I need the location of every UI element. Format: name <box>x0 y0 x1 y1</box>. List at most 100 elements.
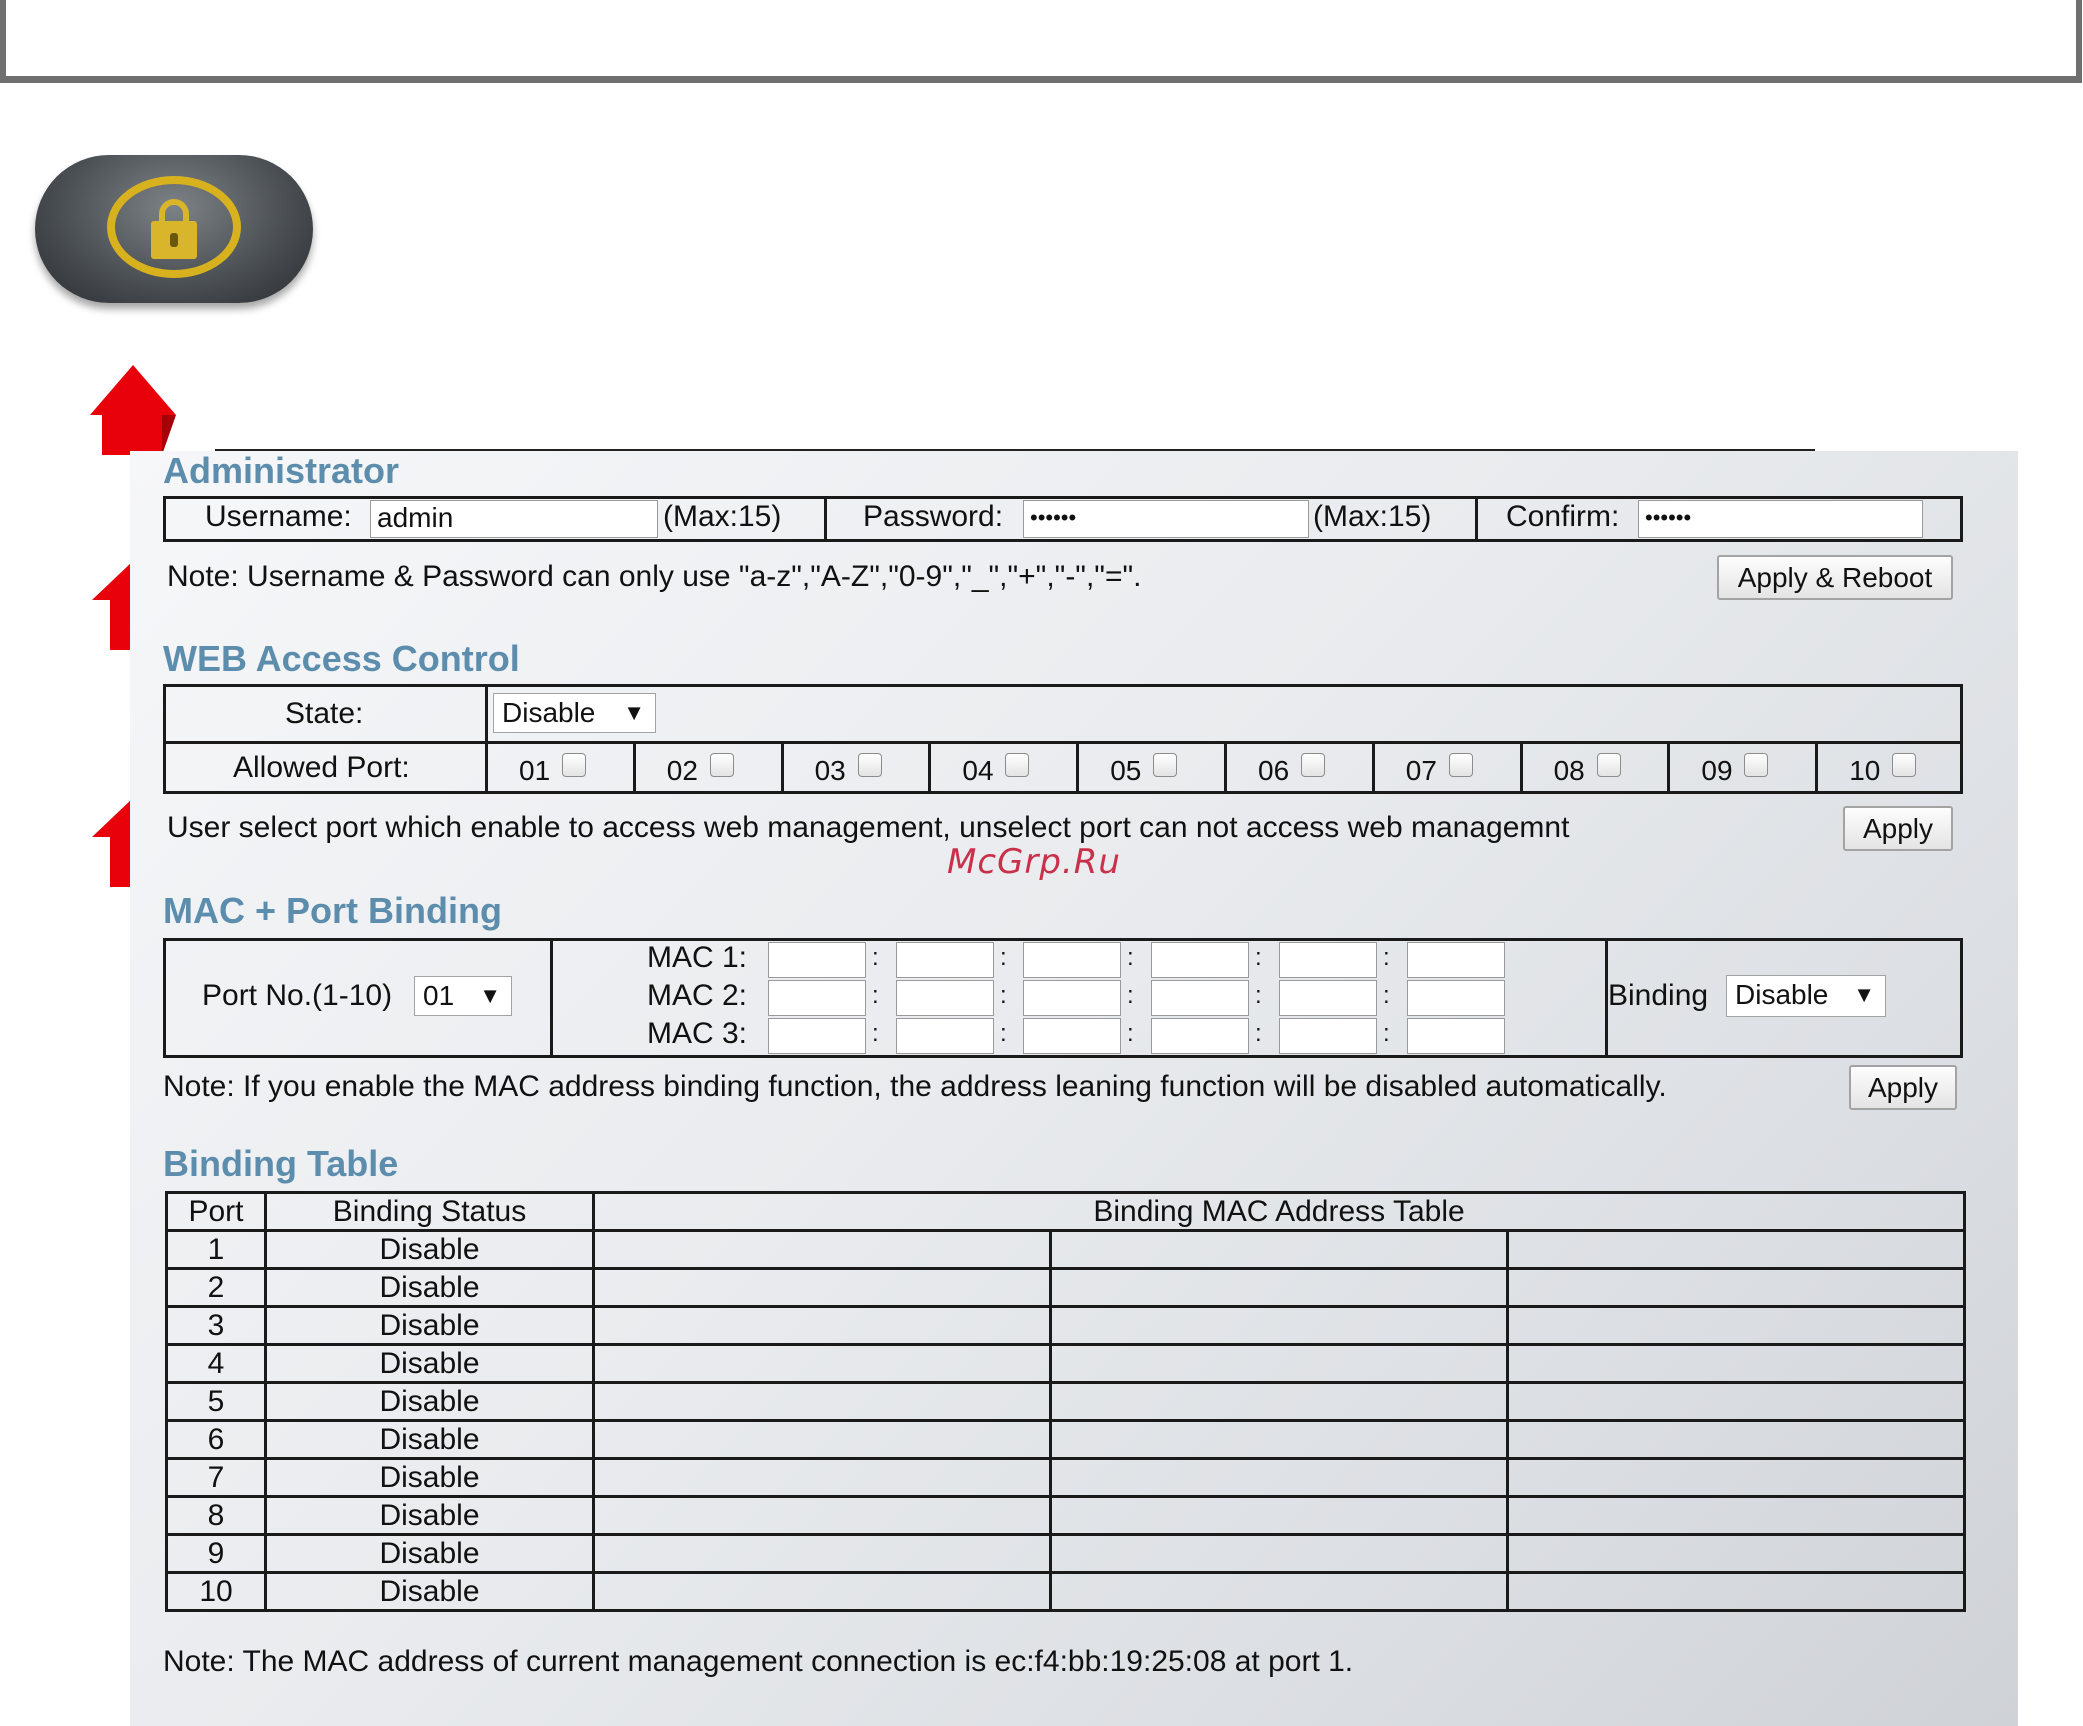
port-checkbox[interactable] <box>1596 753 1621 777</box>
mac-octet-input[interactable] <box>896 1018 994 1054</box>
mac-octet-input[interactable] <box>896 980 994 1016</box>
mac-address-cell <box>1049 1267 1509 1308</box>
state-select-value: Disable <box>502 697 596 728</box>
watermark: McGrp.Ru <box>947 842 1121 882</box>
port-checkbox[interactable] <box>1448 753 1473 777</box>
mac-binding-note: Note: If you enable the MAC address bind… <box>163 1070 1667 1103</box>
port-checkbox[interactable] <box>709 753 734 777</box>
port-cell: 2 <box>165 1267 267 1308</box>
divider <box>824 496 827 542</box>
mac-octet-input[interactable] <box>1023 942 1121 978</box>
mac-octet-input[interactable] <box>768 942 866 978</box>
port-label: 01 <box>519 755 551 786</box>
username-label: Username: <box>205 500 352 533</box>
mac-octet-input[interactable] <box>1407 942 1505 978</box>
mac-octet-input[interactable] <box>768 1018 866 1054</box>
mac-octet-input[interactable] <box>1023 1018 1121 1054</box>
port-checkbox[interactable] <box>1153 753 1178 777</box>
mac-separator: : <box>1383 1020 1390 1047</box>
mac-octet-input[interactable] <box>896 942 994 978</box>
table-row: 7 Disable <box>165 1457 1967 1498</box>
binding-select[interactable]: Disable ▼ <box>1726 975 1886 1017</box>
web-apply-button[interactable]: Apply <box>1843 806 1953 851</box>
mac-separator: : <box>1000 982 1007 1009</box>
mac-octet-input[interactable] <box>768 980 866 1016</box>
port-cell: 7 <box>165 1457 267 1498</box>
divider <box>632 741 636 794</box>
port-label: 02 <box>666 755 698 786</box>
mac-separator: : <box>1255 944 1262 971</box>
port-label: 05 <box>1110 755 1142 786</box>
header-frame <box>0 0 2082 83</box>
port-cell: 8 <box>165 1495 267 1536</box>
username-input[interactable]: admin <box>370 500 658 538</box>
mac-address-cell <box>1505 1305 1967 1346</box>
password-label: Password: <box>863 500 1004 533</box>
port-checkbox[interactable] <box>1744 753 1769 777</box>
divider <box>1076 741 1080 794</box>
mac-address-cell <box>592 1229 1052 1270</box>
port-checkbox[interactable] <box>1892 753 1917 777</box>
divider <box>163 741 1963 744</box>
table-row: 5 Disable <box>165 1381 1967 1422</box>
divider <box>1815 741 1819 794</box>
mac-address-cell <box>592 1343 1052 1384</box>
port-checkbox[interactable] <box>857 753 882 777</box>
red-up-arrow-icon <box>92 560 134 650</box>
mac-address-cell <box>1049 1419 1509 1460</box>
state-select[interactable]: Disable ▼ <box>493 693 656 733</box>
port-no-select[interactable]: 01 ▼ <box>414 976 512 1016</box>
port-checkbox[interactable] <box>1005 753 1030 777</box>
mac-octet-input[interactable] <box>1279 1018 1377 1054</box>
state-label: State: <box>285 697 364 730</box>
port-cell: 9 <box>165 1533 267 1574</box>
chevron-down-icon: ▼ <box>479 983 501 1008</box>
mac-apply-button[interactable]: Apply <box>1849 1065 1957 1110</box>
mac-octet-input[interactable] <box>1279 942 1377 978</box>
binding-status-cell: Disable <box>264 1457 595 1498</box>
mac-address-cell <box>592 1457 1052 1498</box>
table-row: 10 Disable <box>165 1571 1967 1612</box>
table-row: 8 Disable <box>165 1495 1967 1536</box>
binding-status-cell: Disable <box>264 1267 595 1308</box>
mac-address-cell <box>1505 1495 1967 1536</box>
mac-address-cell <box>592 1571 1052 1612</box>
mac-address-cell <box>1049 1229 1509 1270</box>
mac-octet-input[interactable] <box>1151 942 1249 978</box>
port-label: 06 <box>1258 755 1290 786</box>
table-row: 4 Disable <box>165 1343 1967 1384</box>
mac-octet-input[interactable] <box>1407 980 1505 1016</box>
port-no-select-value: 01 <box>423 980 455 1011</box>
mac-address-cell <box>1049 1305 1509 1346</box>
binding-label: Binding <box>1608 979 1709 1012</box>
mac-address-cell <box>1505 1267 1967 1308</box>
mac-octet-input[interactable] <box>1151 980 1249 1016</box>
mac-address-cell <box>1505 1229 1967 1270</box>
mac-octet-input[interactable] <box>1407 1018 1505 1054</box>
apply-reboot-button[interactable]: Apply & Reboot <box>1717 555 1953 600</box>
port-cell: 5 <box>165 1381 267 1422</box>
port-checkbox[interactable] <box>1301 753 1325 777</box>
red-up-arrow-icon <box>90 365 176 455</box>
mac2-label: MAC 2: <box>647 979 748 1012</box>
chevron-down-icon: ▼ <box>623 700 645 725</box>
security-lock-button[interactable] <box>35 155 313 303</box>
mac-separator: : <box>1383 944 1390 971</box>
mac-address-cell <box>1049 1533 1509 1574</box>
mac-octet-input[interactable] <box>1151 1018 1249 1054</box>
mac-address-cell <box>1505 1381 1967 1422</box>
mac-octet-input[interactable] <box>1023 980 1121 1016</box>
mac-address-cell <box>592 1305 1052 1346</box>
password-input[interactable]: •••••• <box>1023 500 1309 538</box>
mac-address-cell <box>592 1533 1052 1574</box>
mac-octet-input[interactable] <box>1279 980 1377 1016</box>
binding-table: Port Binding Status Binding MAC Address … <box>165 1191 1967 1612</box>
confirm-password-input[interactable]: •••••• <box>1638 500 1923 538</box>
web-access-note: User select port which enable to access … <box>167 811 1570 844</box>
port-checkbox[interactable] <box>562 753 586 777</box>
binding-status-cell: Disable <box>264 1533 595 1574</box>
mac1-label: MAC 1: <box>647 941 748 974</box>
port-cell: 4 <box>165 1343 267 1384</box>
port-cell: 6 <box>165 1419 267 1460</box>
password-max-hint: (Max:15) <box>1313 500 1432 533</box>
